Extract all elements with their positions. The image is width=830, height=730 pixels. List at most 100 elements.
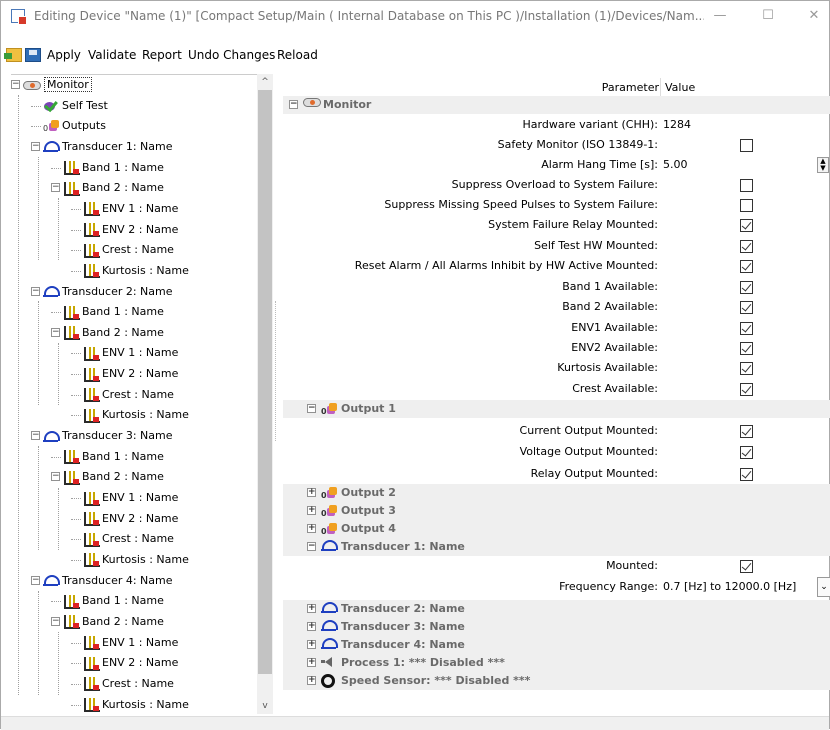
report-button[interactable]: Report <box>142 48 182 62</box>
collapse-icon[interactable]: − <box>31 575 40 585</box>
validate-button[interactable]: Validate <box>88 48 136 62</box>
tree-item[interactable]: Kurtosis : Name <box>71 261 189 281</box>
spinner-arrows-icon[interactable]: ▲ ▼ <box>817 157 829 173</box>
tree-item[interactable]: Kurtosis : Name <box>71 550 189 570</box>
chevron-down-icon[interactable]: ⌄ <box>817 577 830 597</box>
title-bar[interactable]: Editing Device "Name (1)" [Compact Setup… <box>1 1 829 31</box>
tree-item[interactable]: − Band 2 : Name <box>51 612 164 632</box>
property-group-header[interactable]: + Speed Sensor: *** Disabled *** <box>283 672 830 690</box>
collapse-icon[interactable]: − <box>51 472 60 482</box>
collapse-icon[interactable]: − <box>289 100 298 109</box>
undo-changes-button[interactable]: Undo Changes <box>188 48 275 62</box>
tree-item[interactable]: − Band 2 : Name <box>51 178 164 198</box>
tree-item[interactable]: − Band 2 : Name <box>51 467 164 487</box>
expand-icon[interactable]: + <box>307 488 316 497</box>
expand-icon[interactable]: + <box>307 658 316 667</box>
tree-item[interactable]: Band 1 : Name <box>51 591 164 611</box>
tree-item[interactable]: − Transducer 3: Name <box>31 426 173 446</box>
expand-icon[interactable]: + <box>307 622 316 631</box>
tree-item[interactable]: − Transducer 2: Name <box>31 282 173 302</box>
property-checkbox[interactable] <box>740 425 753 438</box>
property-checkbox[interactable] <box>740 468 753 481</box>
tree-item[interactable]: Self Test <box>31 96 108 116</box>
collapse-icon[interactable]: − <box>11 80 20 89</box>
save-icon[interactable] <box>25 48 41 62</box>
scrollbar-thumb[interactable] <box>258 90 272 674</box>
expand-icon[interactable]: + <box>307 506 316 515</box>
tree-item[interactable]: Outputs <box>31 116 106 136</box>
property-checkbox[interactable] <box>740 179 753 192</box>
tree-item[interactable]: Band 1 : Name <box>51 158 164 178</box>
property-checkbox[interactable] <box>740 301 753 314</box>
maximize-button[interactable]: ☐ <box>753 5 783 27</box>
property-checkbox[interactable] <box>740 260 753 273</box>
tree-item[interactable]: ENV 2 : Name <box>71 220 178 240</box>
collapse-icon[interactable]: − <box>51 616 60 626</box>
tree-item[interactable]: Crest : Name <box>71 674 174 694</box>
collapse-icon[interactable]: − <box>51 327 60 337</box>
reload-button[interactable]: Reload <box>277 48 318 62</box>
property-checkbox[interactable] <box>740 240 753 253</box>
tree-item[interactable]: ENV 1 : Name <box>71 633 178 653</box>
tree-item[interactable]: ENV 2 : Name <box>71 364 178 384</box>
property-checkbox[interactable] <box>740 199 753 212</box>
collapse-icon[interactable]: − <box>307 404 316 413</box>
tree-item[interactable]: Crest : Name <box>71 385 174 405</box>
tree-scrollbar[interactable]: ^ v <box>257 74 273 714</box>
minimize-button[interactable]: — <box>705 5 735 27</box>
tree-item[interactable]: Crest : Name <box>71 529 174 549</box>
pane-splitter[interactable] <box>275 301 279 441</box>
tree-item[interactable]: − Transducer 4: Name <box>31 571 173 591</box>
tree-item[interactable]: − Monitor <box>11 75 92 95</box>
expand-icon[interactable]: + <box>307 676 316 685</box>
tree-item[interactable]: ENV 2 : Name <box>71 653 178 673</box>
property-checkbox[interactable] <box>740 560 753 573</box>
column-header-value[interactable]: Value <box>665 81 695 94</box>
scroll-down-arrow-icon[interactable]: v <box>257 699 273 713</box>
property-group-header[interactable]: − Monitor <box>283 96 830 114</box>
tree-item[interactable]: Band 1 : Name <box>51 447 164 467</box>
tree-item[interactable]: − Transducer 1: Name <box>31 137 173 157</box>
property-checkbox[interactable] <box>740 322 753 335</box>
property-checkbox[interactable] <box>740 281 753 294</box>
property-group-header[interactable]: + Process 1: *** Disabled *** <box>283 654 830 672</box>
property-checkbox[interactable] <box>740 139 753 152</box>
collapse-icon[interactable]: − <box>31 431 40 441</box>
scroll-up-arrow-icon[interactable]: ^ <box>257 75 273 89</box>
alarm-hang-time-input[interactable]: 5.00 <box>663 155 688 175</box>
property-group-header[interactable]: + Output 4 <box>283 520 830 538</box>
tree-item[interactable]: Kurtosis : Name <box>71 695 189 715</box>
tree-item[interactable]: Band 1 : Name <box>51 302 164 322</box>
frequency-range-value[interactable]: 0.7 [Hz] to 12000.0 [Hz] <box>663 577 796 597</box>
collapse-icon[interactable]: − <box>51 183 60 193</box>
property-checkbox[interactable] <box>740 342 753 355</box>
property-checkbox[interactable] <box>740 383 753 396</box>
device-tree[interactable]: − Monitor Self Test Outputs − Transducer 1: N… <box>11 74 257 714</box>
tree-item[interactable]: Kurtosis : Name <box>71 405 189 425</box>
property-group-header[interactable]: − Transducer 1: Name <box>283 538 830 556</box>
property-checkbox[interactable] <box>740 219 753 232</box>
tree-item[interactable]: ENV 2 : Name <box>71 509 178 529</box>
collapse-icon[interactable]: − <box>31 286 40 296</box>
collapse-icon[interactable]: − <box>307 542 316 551</box>
collapse-icon[interactable]: − <box>31 141 40 151</box>
property-group-header[interactable]: + Transducer 3: Name <box>283 618 830 636</box>
expand-icon[interactable]: + <box>307 604 316 613</box>
tree-item[interactable]: ENV 1 : Name <box>71 488 178 508</box>
property-group-header[interactable]: + Transducer 4: Name <box>283 636 830 654</box>
tree-item[interactable]: ENV 1 : Name <box>71 343 178 363</box>
expand-icon[interactable]: + <box>307 524 316 533</box>
column-separator[interactable] <box>660 78 661 96</box>
close-button[interactable]: ✕ <box>799 5 829 27</box>
property-group-header[interactable]: + Output 3 <box>283 502 830 520</box>
tree-item[interactable]: − Band 2 : Name <box>51 323 164 343</box>
property-checkbox[interactable] <box>740 362 753 375</box>
property-group-header[interactable]: + Transducer 2: Name <box>283 600 830 618</box>
column-header-parameter[interactable]: Parameter <box>483 81 659 94</box>
open-folder-icon[interactable] <box>4 48 22 62</box>
property-checkbox[interactable] <box>740 446 753 459</box>
tree-item[interactable]: ENV 1 : Name <box>71 199 178 219</box>
apply-button[interactable]: Apply <box>47 48 81 62</box>
tree-item[interactable]: Crest : Name <box>71 240 174 260</box>
property-group-header[interactable]: − Output 1 <box>283 400 830 418</box>
